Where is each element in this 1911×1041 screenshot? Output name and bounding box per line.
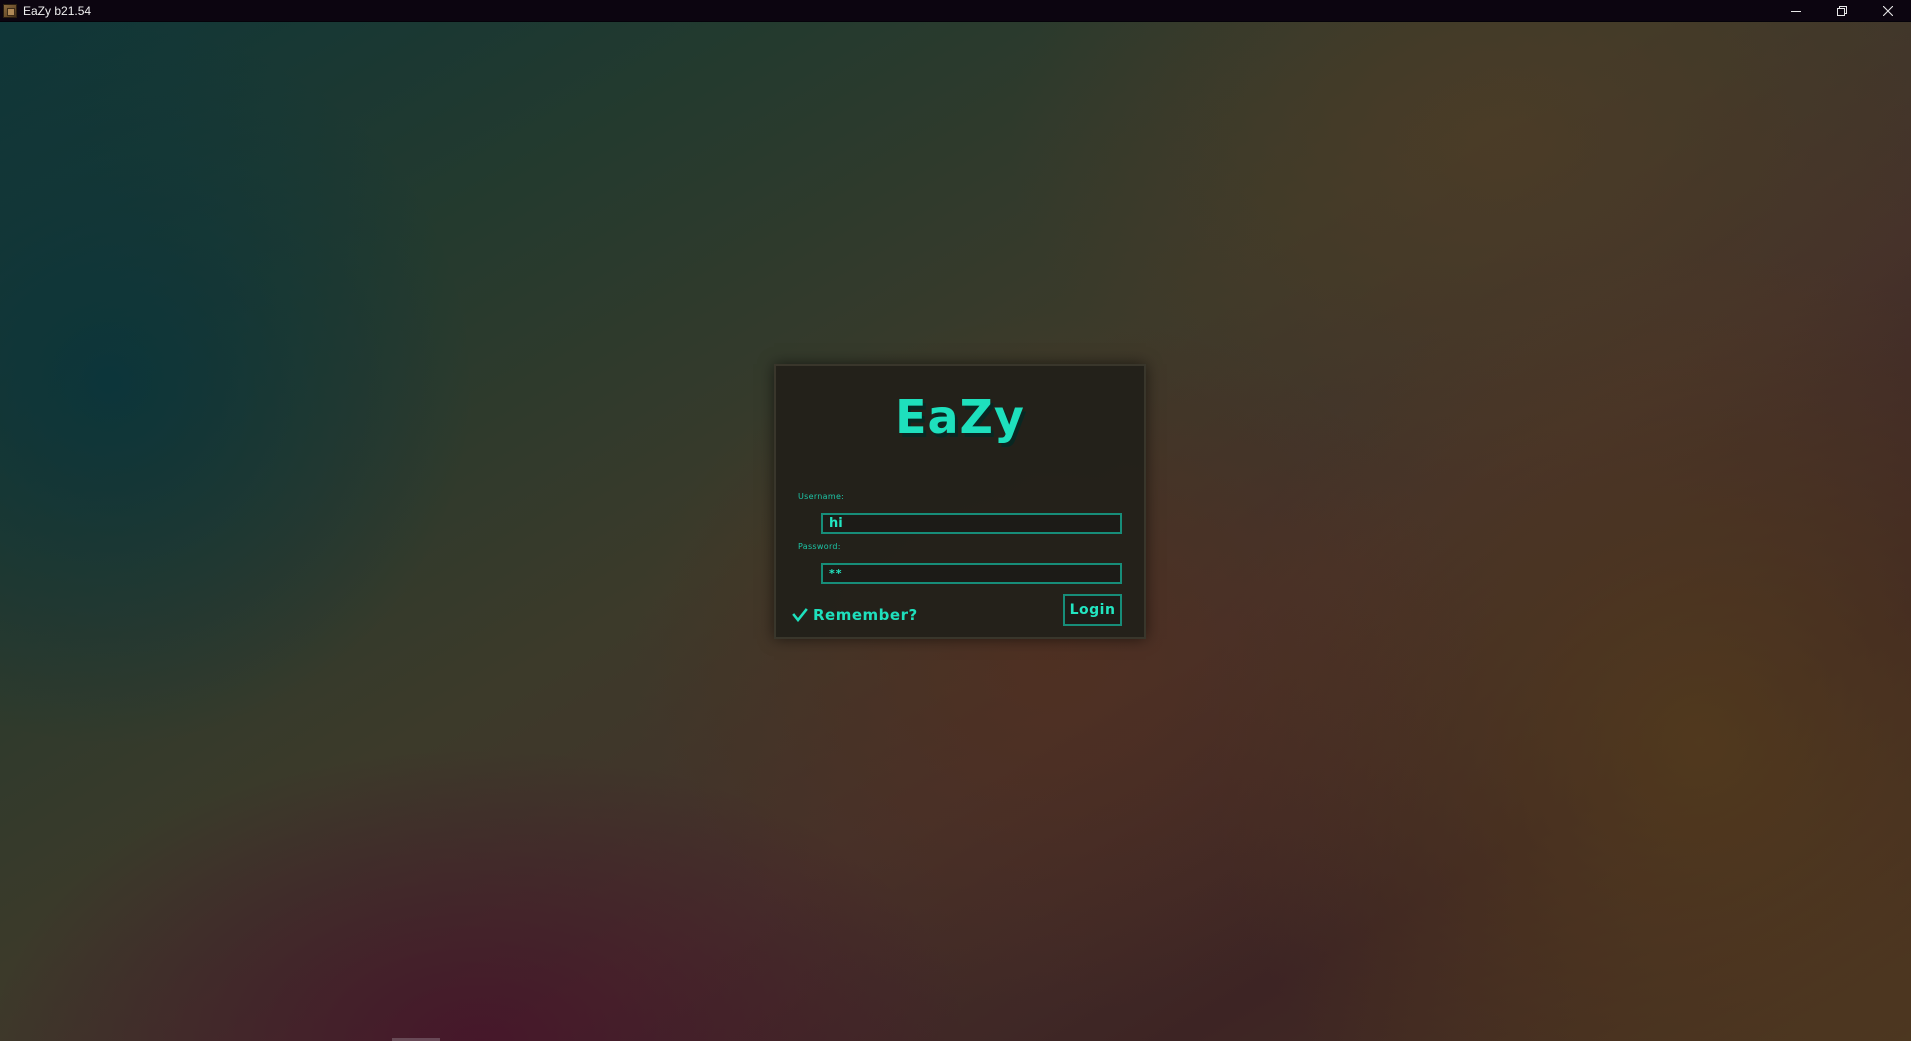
- close-button[interactable]: [1865, 0, 1911, 22]
- app-window: EaZy b21.54 EaZy Username: hi Password: …: [0, 0, 1911, 1041]
- minimize-button[interactable]: [1773, 0, 1819, 22]
- restore-icon: [1837, 5, 1847, 16]
- remember-label: Remember?: [813, 606, 918, 624]
- minimize-icon: [1791, 10, 1801, 12]
- username-input[interactable]: [821, 513, 1122, 534]
- minecraft-block-icon: [3, 3, 17, 18]
- login-panel: EaZy Username: Password: Remember? Login: [774, 364, 1146, 639]
- password-label: Password:: [798, 542, 841, 551]
- restore-button[interactable]: [1819, 0, 1865, 22]
- close-icon: [1883, 5, 1893, 16]
- password-input[interactable]: [821, 563, 1122, 584]
- window-controls: [1773, 0, 1911, 22]
- background-gradient: EaZy Username: Password: Remember? Login: [0, 22, 1911, 1041]
- check-icon: [792, 608, 808, 622]
- remember-checkbox[interactable]: Remember?: [792, 606, 918, 624]
- login-button[interactable]: Login: [1063, 594, 1122, 626]
- window-title: EaZy b21.54: [23, 3, 92, 18]
- username-label: Username:: [798, 492, 845, 501]
- app-logo: EaZy: [895, 390, 1025, 444]
- title-bar[interactable]: EaZy b21.54: [0, 0, 1911, 22]
